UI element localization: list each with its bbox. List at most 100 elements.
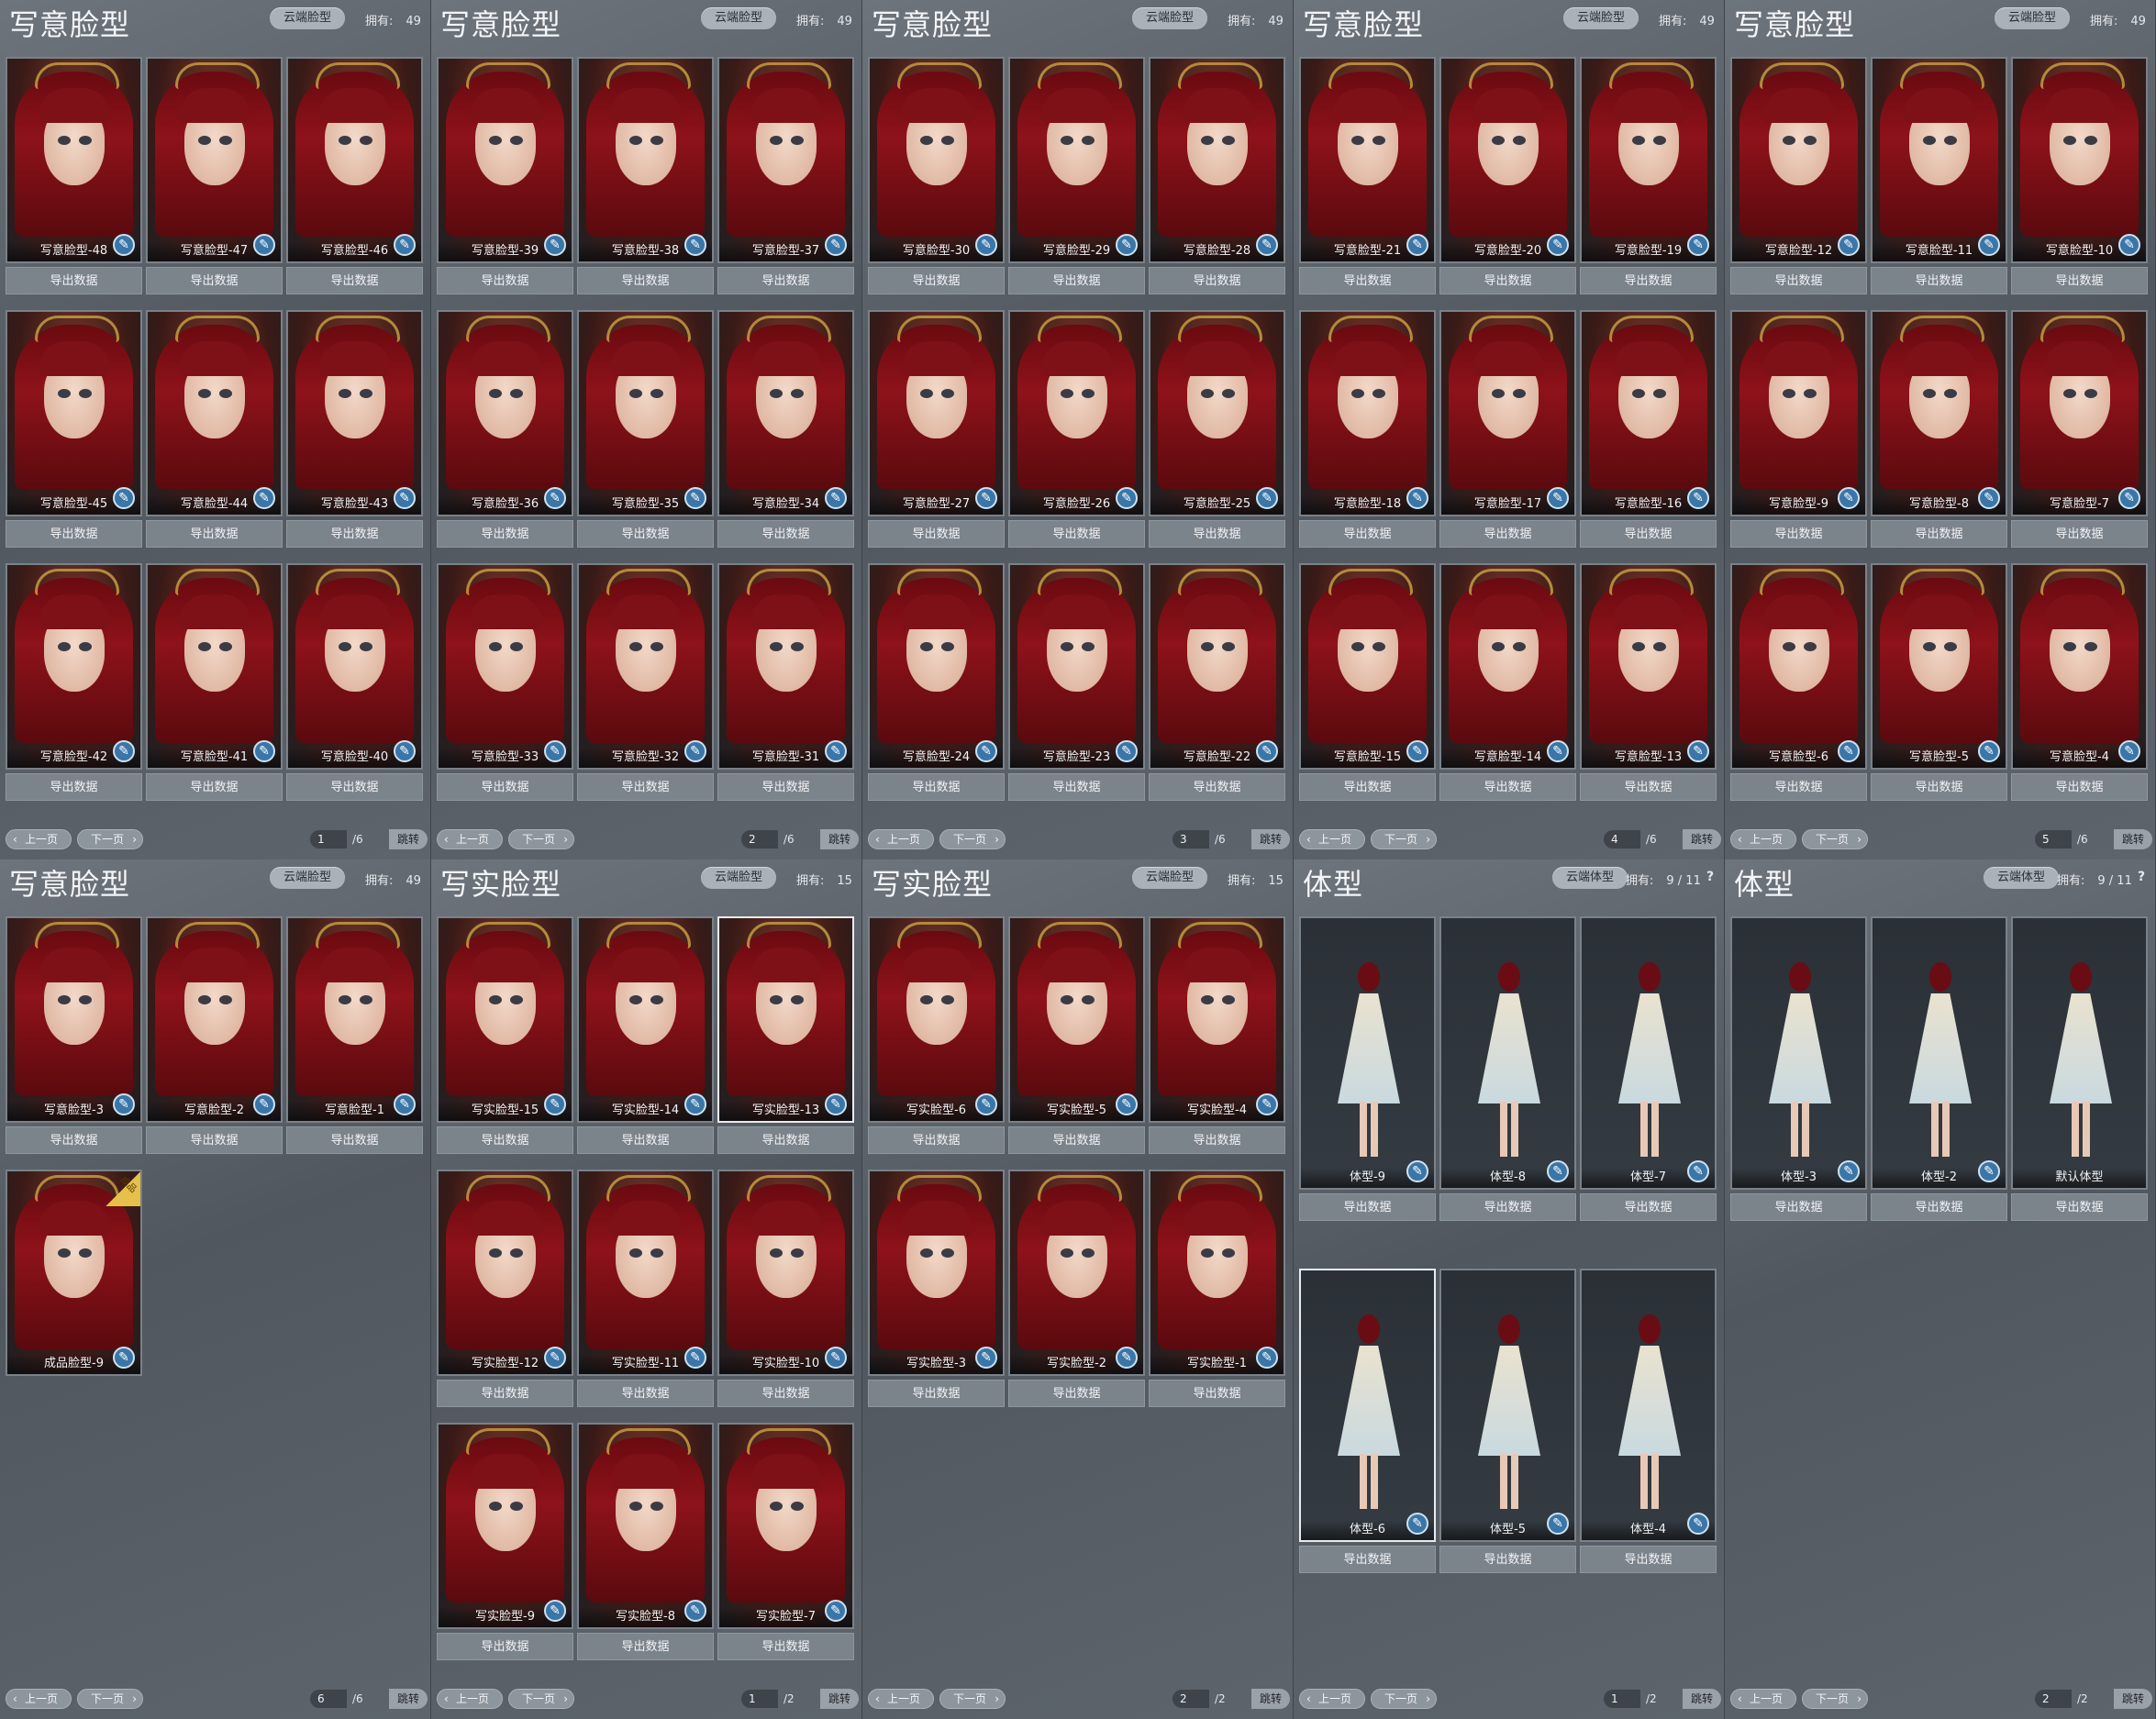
face-preview[interactable]: 写意脸型-2 ✎ — [146, 916, 283, 1123]
face-preview[interactable]: 写意脸型-29 ✎ — [1008, 57, 1145, 263]
face-preview[interactable]: 写意脸型-24 ✎ — [868, 563, 1005, 770]
export-data-button[interactable]: 导出数据 — [1299, 1546, 1436, 1573]
brush-icon[interactable]: ✎ — [1687, 487, 1709, 509]
export-data-button[interactable]: 导出数据 — [146, 267, 283, 294]
brush-icon[interactable]: ✎ — [544, 1093, 566, 1115]
export-data-button[interactable]: 导出数据 — [868, 520, 1005, 548]
face-preview[interactable]: 写意脸型-13 ✎ — [1580, 563, 1717, 770]
jump-button[interactable]: 跳转 — [389, 1689, 428, 1709]
cloud-button[interactable]: 云端体型 — [1552, 867, 1628, 889]
page-input[interactable]: 2 — [2035, 1690, 2072, 1708]
face-preview[interactable]: 写意脸型-30 ✎ — [868, 57, 1005, 263]
face-preview[interactable]: 写意脸型-12 ✎ — [1730, 57, 1867, 263]
brush-icon[interactable]: ✎ — [1687, 1513, 1709, 1535]
face-preview[interactable]: 写实脸型-5 ✎ — [1008, 916, 1145, 1123]
brush-icon[interactable]: ✎ — [394, 1093, 416, 1115]
brush-icon[interactable]: ✎ — [1838, 740, 1860, 762]
brush-icon[interactable]: ✎ — [975, 1347, 997, 1369]
jump-button[interactable]: 跳转 — [1251, 1689, 1290, 1709]
face-preview[interactable]: 写意脸型-27 ✎ — [868, 310, 1005, 516]
export-data-button[interactable]: 导出数据 — [6, 1126, 142, 1154]
face-preview[interactable]: 写实脸型-2 ✎ — [1008, 1170, 1145, 1376]
export-data-button[interactable]: 导出数据 — [437, 773, 573, 801]
export-data-button[interactable]: 导出数据 — [6, 773, 142, 801]
export-data-button[interactable]: 导出数据 — [1730, 773, 1867, 801]
export-data-button[interactable]: 导出数据 — [1439, 520, 1576, 548]
face-preview[interactable]: 写实脸型-14 ✎ — [577, 916, 714, 1123]
face-preview[interactable]: 写意脸型-9 ✎ — [1730, 310, 1867, 516]
export-data-button[interactable]: 导出数据 — [1871, 773, 2007, 801]
brush-icon[interactable]: ✎ — [1256, 740, 1278, 762]
brush-icon[interactable]: ✎ — [684, 1600, 706, 1622]
face-preview[interactable]: 写意脸型-1 ✎ — [286, 916, 423, 1123]
brush-icon[interactable]: ✎ — [1978, 740, 2000, 762]
face-preview[interactable]: 写意脸型-4 ✎ — [2011, 563, 2148, 770]
face-preview[interactable]: 写实脸型-7 ✎ — [717, 1423, 854, 1629]
brush-icon[interactable]: ✎ — [825, 1347, 847, 1369]
cloud-button[interactable]: 云端脸型 — [270, 7, 345, 29]
face-preview[interactable]: 写意脸型-47 ✎ — [146, 57, 283, 263]
export-data-button[interactable]: 导出数据 — [717, 1633, 854, 1660]
export-data-button[interactable]: 导出数据 — [1299, 520, 1436, 548]
export-data-button[interactable]: 导出数据 — [1149, 520, 1285, 548]
brush-icon[interactable]: ✎ — [1687, 740, 1709, 762]
face-preview[interactable]: 写意脸型-34 ✎ — [717, 310, 854, 516]
brush-icon[interactable]: ✎ — [684, 1093, 706, 1115]
export-data-button[interactable]: 导出数据 — [717, 1380, 854, 1407]
export-data-button[interactable]: 导出数据 — [437, 267, 573, 294]
brush-icon[interactable]: ✎ — [1978, 234, 2000, 256]
export-data-button[interactable]: 导出数据 — [1871, 1193, 2007, 1221]
export-data-button[interactable]: 导出数据 — [1299, 267, 1436, 294]
brush-icon[interactable]: ✎ — [1547, 234, 1569, 256]
next-page-button[interactable]: 下一页 › — [939, 1689, 1006, 1709]
jump-button[interactable]: 跳转 — [1683, 1689, 1721, 1709]
brush-icon[interactable]: ✎ — [1116, 234, 1138, 256]
brush-icon[interactable]: ✎ — [394, 740, 416, 762]
next-page-button[interactable]: 下一页 › — [508, 1689, 574, 1709]
cloud-button[interactable]: 云端体型 — [1984, 867, 2059, 889]
page-input[interactable]: 3 — [1172, 830, 1209, 848]
brush-icon[interactable]: ✎ — [253, 740, 275, 762]
prev-page-button[interactable]: ‹ 上一页 — [1299, 829, 1365, 849]
face-preview[interactable]: 写实脸型-11 ✎ — [577, 1170, 714, 1376]
export-data-button[interactable]: 导出数据 — [6, 520, 142, 548]
export-data-button[interactable]: 导出数据 — [1008, 1126, 1145, 1154]
brush-icon[interactable]: ✎ — [1838, 234, 1860, 256]
export-data-button[interactable]: 导出数据 — [1149, 773, 1285, 801]
brush-icon[interactable]: ✎ — [1838, 1160, 1860, 1182]
jump-button[interactable]: 跳转 — [820, 1689, 859, 1709]
face-preview[interactable]: 写意脸型-35 ✎ — [577, 310, 714, 516]
brush-icon[interactable]: ✎ — [1256, 1093, 1278, 1115]
cloud-button[interactable]: 云端脸型 — [701, 7, 776, 29]
export-data-button[interactable]: 导出数据 — [1580, 267, 1717, 294]
face-preview[interactable]: 写意脸型-22 ✎ — [1149, 563, 1285, 770]
export-data-button[interactable]: 导出数据 — [1580, 520, 1717, 548]
jump-button[interactable]: 跳转 — [2114, 1689, 2152, 1709]
brush-icon[interactable]: ✎ — [684, 740, 706, 762]
next-page-button[interactable]: 下一页 › — [1371, 829, 1437, 849]
brush-icon[interactable]: ✎ — [1547, 740, 1569, 762]
export-data-button[interactable]: 导出数据 — [1149, 1126, 1285, 1154]
export-data-button[interactable]: 导出数据 — [717, 520, 854, 548]
brush-icon[interactable]: ✎ — [975, 740, 997, 762]
export-data-button[interactable]: 导出数据 — [577, 1633, 714, 1660]
export-data-button[interactable]: 导出数据 — [1008, 1380, 1145, 1407]
prev-page-button[interactable]: ‹ 上一页 — [868, 1689, 934, 1709]
brush-icon[interactable]: ✎ — [253, 234, 275, 256]
face-preview[interactable]: 写意脸型-42 ✎ — [6, 563, 142, 770]
brush-icon[interactable]: ✎ — [825, 1093, 847, 1115]
brush-icon[interactable]: ✎ — [2118, 234, 2140, 256]
export-data-button[interactable]: 导出数据 — [577, 773, 714, 801]
brush-icon[interactable]: ✎ — [1406, 740, 1428, 762]
brush-icon[interactable]: ✎ — [1547, 1160, 1569, 1182]
export-data-button[interactable]: 导出数据 — [1439, 773, 1576, 801]
export-data-button[interactable]: 导出数据 — [437, 1633, 573, 1660]
brush-icon[interactable]: ✎ — [684, 487, 706, 509]
brush-icon[interactable]: ✎ — [1978, 1160, 2000, 1182]
prev-page-button[interactable]: ‹ 上一页 — [6, 1689, 72, 1709]
face-preview[interactable]: 写实脸型-12 ✎ — [437, 1170, 573, 1376]
brush-icon[interactable]: ✎ — [825, 234, 847, 256]
brush-icon[interactable]: ✎ — [544, 487, 566, 509]
question-icon[interactable]: ? — [2138, 870, 2145, 884]
brush-icon[interactable]: ✎ — [1547, 487, 1569, 509]
